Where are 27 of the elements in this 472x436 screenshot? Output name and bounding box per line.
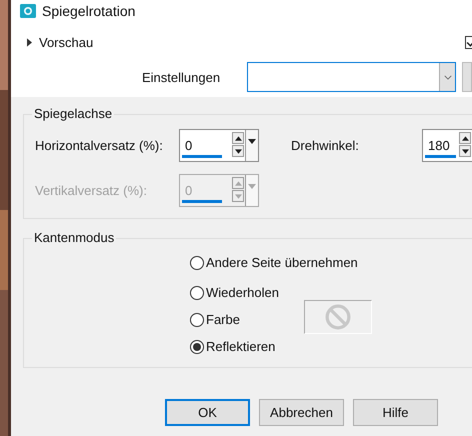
radio-button[interactable]	[190, 312, 204, 326]
camera-icon	[20, 4, 36, 18]
prohibited-icon	[325, 304, 351, 330]
window-title: Spiegelrotation	[42, 3, 136, 19]
group-title: Spiegelachse	[32, 106, 114, 121]
option-label[interactable]: Andere Seite übernehmen	[206, 255, 358, 270]
color-swatch[interactable]	[304, 300, 372, 334]
dialog-button[interactable]: Hilfe	[353, 399, 438, 426]
field-label: Vertikalversatz (%):	[34, 183, 148, 198]
spin-box[interactable]: 0	[179, 129, 259, 162]
radio-button[interactable]	[190, 286, 204, 300]
radio-button[interactable]	[190, 256, 204, 270]
field-label: Drehwinkel:	[291, 138, 360, 153]
settings-label: Einstellungen	[142, 70, 222, 84]
radio-button[interactable]	[190, 340, 204, 354]
field-label: Horizontalversatz (%):	[34, 138, 164, 153]
dialog-button[interactable]: Abbrechen	[259, 399, 344, 426]
group-title: Kantenmodus	[32, 230, 116, 245]
spin-box[interactable]: 180	[422, 129, 472, 162]
option-label[interactable]: Farbe	[206, 312, 240, 327]
preview-label[interactable]: Vorschau	[39, 34, 94, 50]
option-label[interactable]: Reflektieren	[206, 339, 276, 354]
option-label[interactable]: Wiederholen	[206, 285, 279, 300]
chevron-icon	[444, 74, 452, 80]
settings-dropdown[interactable]	[247, 62, 456, 92]
dialog-button[interactable]: OK	[165, 399, 250, 426]
expander-icon[interactable]	[27, 38, 32, 46]
